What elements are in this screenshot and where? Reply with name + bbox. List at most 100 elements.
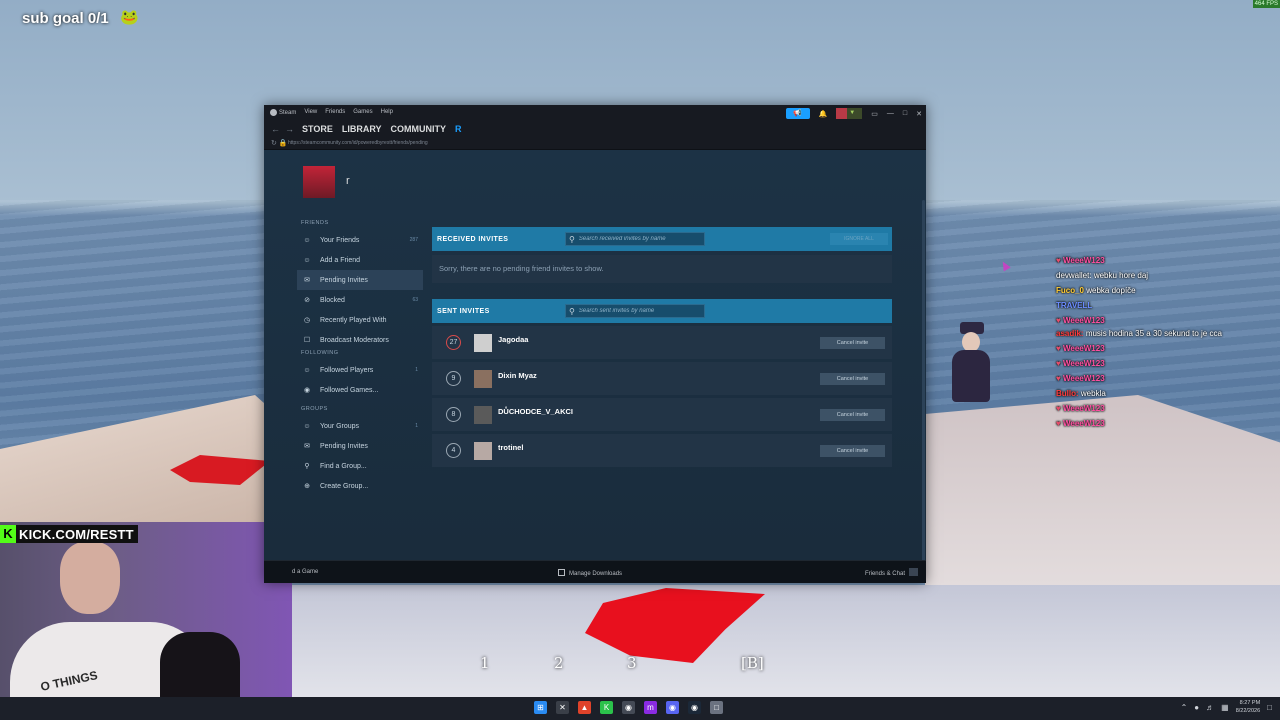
cancel-invite-button[interactable]: Cancel invite [820, 373, 885, 385]
app-icon[interactable]: ✕ [556, 701, 569, 714]
sidebar-item-recently-played[interactable]: ◷ Recently Played With [297, 310, 423, 330]
streamer-sleeve [160, 632, 240, 698]
announcement-icon[interactable]: 📢 [785, 108, 810, 119]
refresh-lock-icon[interactable]: ↻ 🔒 [271, 139, 288, 147]
webcam-feed: O THINGS [0, 522, 292, 698]
discord-icon[interactable]: ◉ [666, 701, 679, 714]
add-game-button[interactable]: d a Game [292, 569, 318, 575]
sidebar-item-create-group[interactable]: ⊕ Create Group... [297, 476, 423, 496]
steam-titlebar: Steam View Friends Games Help 📢 🔔 ▼ ▭ — … [264, 105, 926, 121]
controller-icon: ◉ [303, 387, 311, 394]
sidebar-item-find-group[interactable]: ⚲ Find a Group... [297, 456, 423, 476]
obs-icon[interactable]: ◉ [622, 701, 635, 714]
sent-invite-row: 27 Jagodaa Cancel invite [432, 326, 892, 359]
sent-invites-header: SENT INVITES ⚲ [432, 299, 892, 323]
windows-start-icon[interactable]: ⊞ [534, 701, 547, 714]
taskbar-clock[interactable]: 8:27 PM 8/22/2026 [1236, 699, 1260, 715]
network-icon[interactable]: ▦ [1221, 703, 1229, 712]
menu-help[interactable]: Help [381, 109, 393, 116]
chat-message: ♥ WeeeW123 [1056, 356, 1256, 371]
brave-browser-icon[interactable]: ▲ [578, 701, 591, 714]
steam-level-badge: 8 [446, 407, 461, 422]
menu-steam[interactable]: Steam [270, 109, 296, 116]
steam-window: Steam View Friends Games Help 📢 🔔 ▼ ▭ — … [264, 105, 926, 583]
nav-community[interactable]: COMMUNITY [391, 124, 447, 134]
account-menu[interactable]: ▼ [836, 108, 863, 119]
search-icon: ⚲ [569, 306, 575, 316]
sidebar-item-add-friend[interactable]: ☺ Add a Friend [297, 250, 423, 270]
menu-games[interactable]: Games [353, 109, 372, 116]
bell-icon[interactable]: 🔔 [819, 110, 828, 118]
manage-downloads-button[interactable]: Manage Downloads [558, 569, 622, 577]
clock-date: 8/22/2026 [1235, 708, 1261, 714]
url-text[interactable]: https://steamcommunity.com/id/poweredbyr… [288, 140, 428, 146]
kick-url: KICK.COM/RESTT [19, 526, 134, 542]
steam-level-badge: 4 [446, 443, 461, 458]
sidebar-item-broadcast-moderators[interactable]: ☐ Broadcast Moderators [297, 330, 423, 350]
sidebar-item-label: Pending Invites [320, 442, 368, 450]
invitee-name[interactable]: trotinel [498, 443, 523, 452]
invitee-avatar[interactable] [474, 442, 492, 460]
game-taskbar-icon[interactable]: □ [710, 701, 723, 714]
invitee-name[interactable]: DŮCHODCE_V_AKCI [498, 407, 573, 416]
windows-taskbar: ⊞ ✕ ▲ K ◉ m ◉ ◉ □ ⌃ ● ♬ ▦ 8:27 PM 8/22/2… [0, 697, 1280, 720]
profile-name[interactable]: r [346, 175, 350, 187]
cancel-invite-button[interactable]: Cancel invite [820, 445, 885, 457]
invitee-avatar[interactable] [474, 406, 492, 424]
menu-view[interactable]: View [304, 109, 317, 116]
nav-links: STORE LIBRARY COMMUNITY R [302, 124, 462, 134]
invitee-name[interactable]: Jagodaa [498, 335, 528, 344]
volume-icon[interactable]: ♬ [1206, 703, 1214, 712]
sidebar-item-your-friends[interactable]: ☺ Your Friends 287 [297, 230, 423, 250]
nav-user[interactable]: R [455, 124, 462, 134]
invitee-avatar[interactable] [474, 370, 492, 388]
sidebar-item-label: Create Group... [320, 482, 369, 490]
friends-chat-button[interactable]: Friends & Chat [865, 568, 918, 577]
sidebar-item-group-pending-invites[interactable]: ✉ Pending Invites [297, 436, 423, 456]
taskbar-apps: ⊞ ✕ ▲ K ◉ m ◉ ◉ □ [534, 701, 723, 714]
maximize-icon[interactable]: □ [903, 110, 907, 117]
notification-icon[interactable]: □ [1267, 703, 1272, 712]
sidebar-item-count: 1 [415, 423, 418, 429]
person-check-icon: ☺ [303, 366, 311, 374]
steam-taskbar-icon[interactable]: ◉ [688, 701, 701, 714]
app-icon[interactable]: m [644, 701, 657, 714]
nav-library[interactable]: LIBRARY [342, 124, 382, 134]
menu-friends[interactable]: Friends [325, 109, 345, 116]
sidebar-item-your-groups[interactable]: ☺ Your Groups 1 [297, 416, 423, 436]
sent-search-input[interactable] [578, 308, 694, 314]
cancel-invite-button[interactable]: Cancel invite [820, 337, 885, 349]
sidebar-item-label: Add a Friend [320, 256, 361, 264]
section-header-friends: FRIENDS [301, 220, 329, 226]
cancel-invite-button[interactable]: Cancel invite [820, 409, 885, 421]
sidebar-item-count: 287 [409, 237, 418, 243]
sidebar-item-label: Recently Played With [320, 316, 387, 324]
back-forward-icons[interactable]: ←→ [271, 124, 299, 134]
close-icon[interactable]: ✕ [916, 110, 922, 118]
big-picture-icon[interactable]: ▭ [871, 110, 878, 118]
sidebar-item-label: Your Friends [320, 236, 360, 244]
sidebar-item-pending-invites[interactable]: ✉ Pending Invites [297, 270, 423, 290]
chat-message: asadik: musis hodina 35 a 30 sekund to j… [1056, 328, 1256, 339]
minimize-icon[interactable]: — [887, 110, 894, 117]
sidebar-item-followed-players[interactable]: ☺ Followed Players 1 [297, 360, 423, 380]
sidebar-item-followed-games[interactable]: ◉ Followed Games... [297, 380, 423, 400]
nav-store[interactable]: STORE [302, 124, 333, 134]
chevron-up-icon[interactable]: ⌃ [1181, 703, 1188, 712]
invitee-avatar[interactable] [474, 334, 492, 352]
sidebar-item-blocked[interactable]: ⊘ Blocked 63 [297, 290, 423, 310]
chat-message: ♥ WeeeW123 [1056, 313, 1256, 328]
chat-username: WeeeW123 [1062, 419, 1105, 428]
microphone-icon[interactable]: ● [1194, 703, 1199, 712]
invitee-name[interactable]: Dixin Myaz [498, 371, 537, 380]
kick-logo-icon: K [0, 525, 16, 543]
chat-text: webkla [1080, 389, 1106, 398]
chat-message: TRAVELL [1056, 298, 1256, 313]
received-search-input[interactable] [578, 236, 694, 242]
ignore-all-button[interactable]: IGNORE ALL [830, 233, 888, 245]
npc-head [962, 332, 980, 352]
profile-avatar[interactable] [303, 166, 335, 198]
scrollbar[interactable] [922, 200, 925, 570]
kick-app-icon[interactable]: K [600, 701, 613, 714]
broadcast-icon: ☐ [303, 337, 311, 344]
